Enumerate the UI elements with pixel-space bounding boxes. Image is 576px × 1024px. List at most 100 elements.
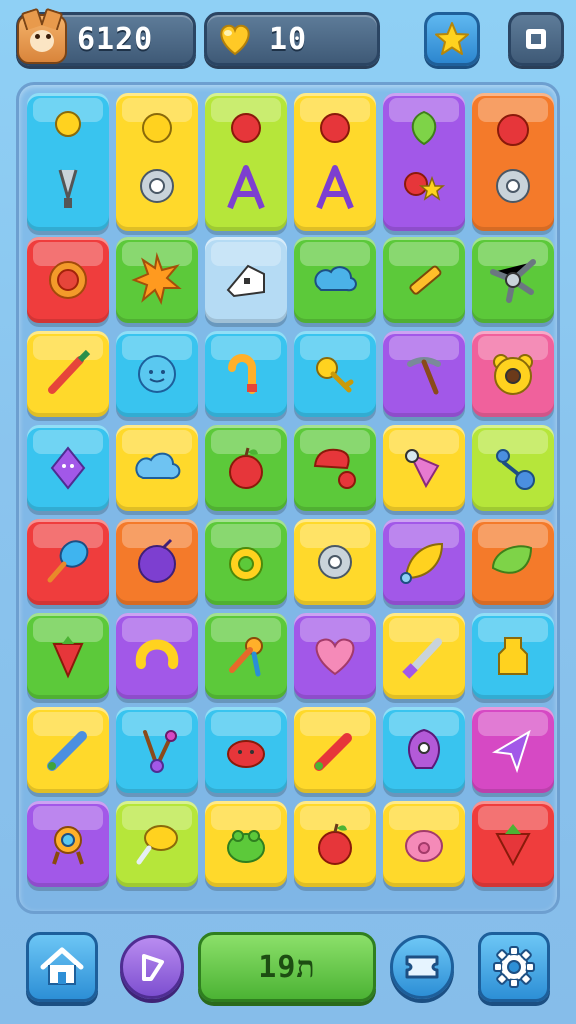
tile-red-apple-2[interactable] <box>294 801 376 887</box>
tile-balloon-and-letter-a[interactable] <box>205 93 287 231</box>
tile-drumsticks[interactable] <box>116 707 198 793</box>
tile-yellow-ring[interactable] <box>205 519 287 605</box>
score-panel: 6120 <box>16 12 196 66</box>
tile-smiley-ball[interactable] <box>116 331 198 417</box>
drumsticks-icon <box>143 730 177 773</box>
tile-red-apple[interactable] <box>205 425 287 511</box>
purple-plum-icon <box>138 538 176 583</box>
dart-icon <box>48 349 91 394</box>
tile-sun-and-ring[interactable] <box>116 93 198 231</box>
tile-purple-plum[interactable] <box>116 519 198 605</box>
orange-ball-icon <box>49 261 87 299</box>
cloud-knot-icon <box>314 266 357 292</box>
pickaxe-icon <box>407 357 441 395</box>
tile-purple-monster[interactable] <box>383 707 465 793</box>
tile-yellow-horseshoe[interactable] <box>116 613 198 699</box>
tile-hammer[interactable] <box>383 613 465 699</box>
apple-and-gear-icon-1 <box>497 114 529 146</box>
satellite-icon <box>490 259 536 303</box>
gear-icon <box>318 545 352 579</box>
yellow-lollipop-icon <box>136 825 178 865</box>
tile-key[interactable] <box>294 331 376 417</box>
strawberry-icon <box>52 636 84 679</box>
pink-heart-icon <box>315 638 355 676</box>
square-stop-icon <box>526 29 546 49</box>
key-icon <box>316 357 354 393</box>
tile-red-mushroom[interactable] <box>294 425 376 511</box>
tile-red-crab[interactable] <box>205 707 287 793</box>
pink-pig-icon <box>405 830 443 862</box>
tile-pink-heart[interactable] <box>294 613 376 699</box>
tile-balloon-and-letter-a[interactable] <box>294 93 376 231</box>
spiky-star-icon <box>131 252 182 305</box>
rattle-icon <box>496 449 535 490</box>
leaf-and-star-icon-1 <box>411 110 437 146</box>
home-icon <box>40 947 84 985</box>
heart-icon <box>220 24 250 56</box>
balloon-and-letter-a-icon-1 <box>231 113 261 143</box>
tile-red-crayon[interactable] <box>294 707 376 793</box>
tile-ice-cream[interactable] <box>383 425 465 511</box>
moves-value: 19ת <box>258 949 316 985</box>
tile-eraser[interactable] <box>205 237 287 323</box>
tile-apple-and-gear[interactable] <box>472 93 554 231</box>
tile-strawberry[interactable] <box>27 613 109 699</box>
lives-value: 10 <box>269 21 308 57</box>
tile-blue-cloud[interactable] <box>116 425 198 511</box>
play-icon <box>142 954 164 981</box>
tile-bear-face[interactable] <box>472 331 554 417</box>
yellow-ring-icon <box>229 547 263 581</box>
tile-spiky-star[interactable] <box>116 237 198 323</box>
tile-dart[interactable] <box>27 331 109 417</box>
tile-green-frog[interactable] <box>205 801 287 887</box>
tile-orange-ball[interactable] <box>27 237 109 323</box>
tile-arrow-cursor[interactable] <box>472 707 554 793</box>
maraca-icon <box>229 637 263 677</box>
tile-blue-spoon[interactable] <box>27 519 109 605</box>
tile-bottle[interactable] <box>472 613 554 699</box>
tile-cloud-knot[interactable] <box>294 237 376 323</box>
star-button[interactable] <box>424 12 480 66</box>
leaf-and-star-icon-2 <box>404 172 446 201</box>
smiley-ball-icon <box>138 355 176 393</box>
sun-and-ring-icon-1 <box>142 113 172 143</box>
hammer-icon <box>402 638 442 679</box>
balloon-and-letter-a-icon-2 <box>227 165 265 210</box>
red-mushroom-icon <box>313 448 356 489</box>
tile-rattle[interactable] <box>472 425 554 511</box>
candy-cane-icon <box>228 354 257 394</box>
tile-purple-creature[interactable] <box>27 425 109 511</box>
menu-button[interactable] <box>508 12 564 66</box>
home-button[interactable] <box>26 932 98 1002</box>
tile-candy-cane[interactable] <box>205 331 287 417</box>
moves-counter-button[interactable]: 19ת <box>198 932 376 1002</box>
shop-button[interactable] <box>390 935 454 999</box>
settings-button[interactable] <box>478 932 550 1002</box>
tile-green-mango[interactable] <box>472 519 554 605</box>
sun-and-ring-icon-2 <box>140 169 174 203</box>
game-board <box>16 82 560 914</box>
player-avatar-icon[interactable] <box>17 14 67 64</box>
blue-cloud-icon <box>135 452 181 480</box>
apple-and-gear-icon-2 <box>496 169 530 203</box>
tile-maraca[interactable] <box>205 613 287 699</box>
blue-pencil-icon <box>47 731 87 771</box>
tile-yellow-lollipop[interactable] <box>116 801 198 887</box>
play-button[interactable] <box>120 935 184 999</box>
tile-pink-pig[interactable] <box>383 801 465 887</box>
tile-lemon-drop-and-whisk[interactable] <box>27 93 109 231</box>
tile-pickaxe[interactable] <box>383 331 465 417</box>
tile-gear[interactable] <box>294 519 376 605</box>
tile-crayon[interactable] <box>383 237 465 323</box>
tile-scissors-ring[interactable] <box>27 801 109 887</box>
tile-satellite[interactable] <box>472 237 554 323</box>
green-frog-icon <box>227 830 265 863</box>
purple-creature-icon <box>50 446 86 490</box>
bear-face-icon <box>493 354 533 395</box>
tile-strawberry-2[interactable] <box>472 801 554 887</box>
balloon-and-letter-a-icon-2 <box>316 165 354 210</box>
tile-yellow-leaf[interactable] <box>383 519 465 605</box>
tile-leaf-and-star[interactable] <box>383 93 465 231</box>
eraser-icon <box>226 264 265 298</box>
tile-blue-pencil[interactable] <box>27 707 109 793</box>
